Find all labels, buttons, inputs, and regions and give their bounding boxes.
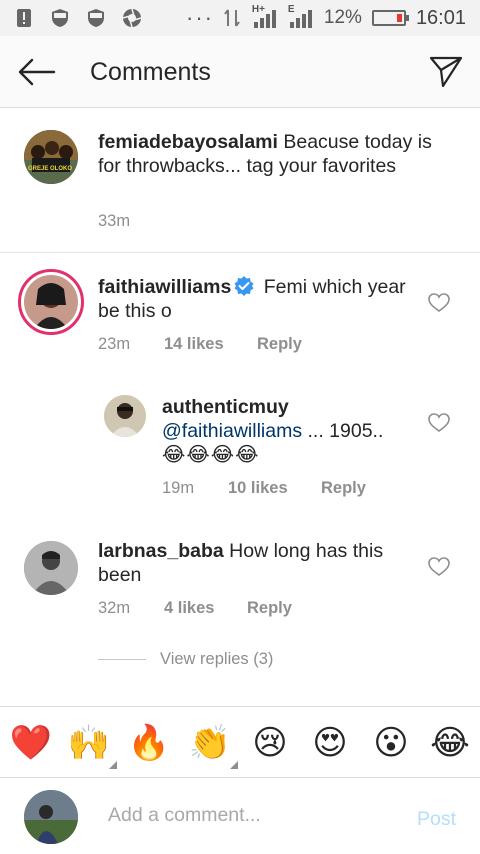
reply-button[interactable]: Reply	[257, 335, 302, 354]
battery-percent: 12%	[323, 7, 362, 28]
avatar[interactable]	[24, 541, 78, 595]
reply-item: authenticmuy @faithiawilliams ... 1905..…	[0, 373, 480, 519]
data-transfer-icon	[224, 9, 240, 27]
username[interactable]: femiadebayosalami	[98, 131, 278, 153]
view-replies-label: View replies (3)	[160, 650, 274, 668]
caption-meta: 33m	[98, 212, 130, 231]
reply-emojis: 😂😂😂😂	[162, 444, 260, 466]
likes-count[interactable]: 14 likes	[164, 335, 257, 354]
back-button[interactable]	[16, 54, 56, 90]
comment-text: faithiawilliams Femi which year be this …	[98, 275, 428, 323]
caption-text: femiadebayosalami Beacuse today is for t…	[98, 130, 438, 178]
comment-input[interactable]	[108, 804, 388, 827]
verified-badge-icon	[234, 276, 254, 296]
likes-count[interactable]: 10 likes	[228, 479, 321, 498]
status-left: ···	[14, 5, 214, 30]
reply-body: ... 1905..	[302, 420, 384, 442]
my-avatar	[24, 790, 78, 844]
emoji-clapping-glyph: 👏	[188, 724, 232, 762]
paper-plane-icon	[429, 56, 463, 88]
timestamp: 33m	[98, 212, 131, 230]
comment-item: larbnas_baba How long has this been 32m …	[0, 519, 480, 699]
post-button[interactable]: Post	[417, 808, 456, 831]
signal-strength-icon-2: E	[288, 4, 314, 28]
emoji-clapping[interactable]: 👏	[188, 721, 238, 769]
status-right: H+ E 12% 16:01	[222, 4, 466, 30]
reply-button[interactable]: Reply	[247, 599, 292, 618]
shield-icon-2	[88, 9, 104, 27]
signal-strength-icon: H+	[252, 4, 278, 28]
timestamp: 23m	[98, 335, 131, 353]
page-title: Comments	[90, 58, 211, 86]
skin-tone-indicator	[230, 761, 238, 769]
emoji-quick-bar: ❤️ 🙌 🔥 👏 😢 😍 😮 😂	[0, 706, 480, 778]
emoji-heart-eyes[interactable]: 😍	[308, 721, 352, 765]
avatar[interactable]: GREJE OLOKO	[24, 130, 78, 184]
likes-count[interactable]: 4 likes	[164, 599, 247, 618]
avatar-caption: GREJE OLOKO	[28, 166, 73, 172]
view-replies-button[interactable]: View replies (3)	[98, 650, 273, 669]
poster-thumbnail	[24, 130, 78, 184]
reply-text: authenticmuy @faithiawilliams ... 1905..…	[162, 395, 422, 467]
battery-icon	[371, 10, 409, 26]
arrow-left-icon	[18, 58, 56, 86]
comment-meta: 32m 4 likes Reply	[98, 599, 292, 618]
share-button[interactable]	[428, 54, 464, 90]
avatar-image	[24, 790, 78, 844]
comment-composer: Post	[0, 778, 480, 854]
reply-meta: 19m 10 likes Reply	[162, 479, 366, 498]
skin-tone-indicator	[109, 761, 117, 769]
avatar-story-ring[interactable]	[18, 269, 84, 335]
username[interactable]: authenticmuy	[162, 396, 289, 418]
avatar-image	[104, 395, 146, 437]
heart-outline-icon[interactable]	[428, 557, 450, 577]
aperture-icon	[122, 8, 142, 28]
notification-dots: ···	[186, 5, 214, 30]
alert-icon	[17, 9, 31, 27]
shield-icon	[52, 9, 68, 27]
view-replies-line	[98, 659, 146, 660]
mention-link[interactable]: @faithiawilliams	[162, 420, 302, 442]
emoji-raising-hands-glyph: 🙌	[67, 724, 111, 762]
emoji-surprised[interactable]: 😮	[369, 721, 413, 765]
reply-button[interactable]: Reply	[321, 479, 366, 498]
emoji-tears-of-joy[interactable]: 😂	[428, 721, 472, 765]
avatar[interactable]	[104, 395, 146, 437]
heart-outline-icon[interactable]	[428, 413, 450, 433]
username[interactable]: larbnas_baba	[98, 540, 224, 562]
heart-outline-icon[interactable]	[428, 293, 450, 313]
comment-item: faithiawilliams Femi which year be this …	[0, 253, 480, 373]
comment-meta: 23m 14 likes Reply	[98, 335, 302, 354]
emoji-crying[interactable]: 😢	[248, 721, 292, 765]
emoji-raising-hands[interactable]: 🙌	[67, 721, 117, 769]
emoji-fire[interactable]: 🔥	[127, 721, 171, 765]
emoji-heart[interactable]: ❤️	[9, 721, 53, 765]
caption-block: GREJE OLOKO femiadebayosalami Beacuse to…	[0, 108, 480, 252]
timestamp: 32m	[98, 599, 131, 617]
username[interactable]: faithiawilliams	[98, 276, 231, 298]
comments-header: Comments	[0, 36, 480, 108]
avatar-image	[24, 541, 78, 595]
status-bar: ··· H+ E 12% 16:01	[0, 0, 480, 36]
clock: 16:01	[415, 6, 466, 29]
timestamp: 19m	[162, 479, 195, 497]
avatar	[24, 275, 78, 329]
comment-text: larbnas_baba How long has this been	[98, 539, 418, 587]
